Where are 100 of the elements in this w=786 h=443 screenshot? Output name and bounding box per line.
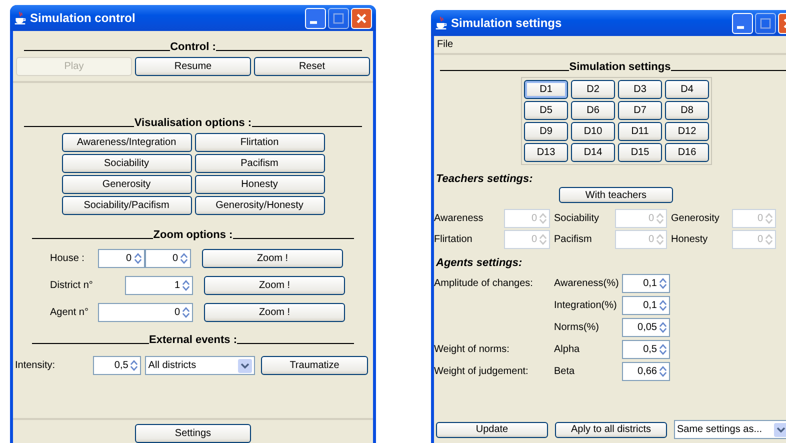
field-label: Weight of norms: xyxy=(434,344,510,355)
zoom-button[interactable]: Zoom ! xyxy=(204,303,345,322)
control-button[interactable]: Reset xyxy=(254,57,370,76)
spinner-arrows-icon xyxy=(134,252,142,265)
field-label: Integration(%) xyxy=(554,300,618,311)
spinner-arrows-icon xyxy=(130,359,138,372)
district-button[interactable]: D7 xyxy=(618,101,662,120)
field-label: Beta xyxy=(554,366,576,377)
with-teachers-button[interactable]: With teachers xyxy=(559,187,673,203)
visualisation-button[interactable]: Generosity/Honesty xyxy=(194,196,324,215)
spinner-field[interactable]: 0,05 xyxy=(622,318,670,337)
field-label: Alpha xyxy=(554,344,581,355)
control-button[interactable]: Resume xyxy=(135,57,251,76)
district-button[interactable]: D9 xyxy=(524,122,568,141)
field-label: Norms(%) xyxy=(554,322,600,333)
minimize-button[interactable] xyxy=(732,12,753,34)
menu-item[interactable]: File xyxy=(437,39,454,50)
spinner-field[interactable]: 0,5 xyxy=(622,340,670,359)
field-label: Intensity: xyxy=(15,360,56,371)
spinner-arrows-icon xyxy=(659,321,667,334)
district-button[interactable]: D1 xyxy=(524,80,568,99)
spinner-arrows-icon xyxy=(656,233,664,246)
district-button[interactable]: D5 xyxy=(524,101,568,120)
minimize-icon xyxy=(310,20,317,24)
field-label: Pacifism xyxy=(554,234,593,245)
spinner-field[interactable]: 0,1 xyxy=(622,296,670,315)
close-icon xyxy=(355,12,368,24)
settings-button[interactable]: Settings xyxy=(135,424,251,443)
visualisation-button[interactable]: Generosity xyxy=(62,175,192,194)
minimize-icon xyxy=(737,26,744,28)
action-button[interactable]: Update xyxy=(436,422,548,438)
section-heading: Control : xyxy=(170,41,216,53)
field-label: Agent n° xyxy=(50,307,90,318)
district-button[interactable]: D3 xyxy=(618,80,662,99)
district-button[interactable]: D6 xyxy=(571,101,615,120)
district-button[interactable]: D4 xyxy=(665,80,709,99)
district-button[interactable]: D16 xyxy=(665,143,709,162)
spinner-field[interactable]: 0 xyxy=(144,249,191,268)
district-button[interactable]: D14 xyxy=(571,143,615,162)
spinner-arrows-icon xyxy=(659,277,667,290)
section-heading: Teachers settings: xyxy=(436,173,534,185)
spinner-arrows-icon xyxy=(659,299,667,312)
field-label: Honesty xyxy=(671,234,709,245)
spinner-arrows-icon xyxy=(659,365,667,378)
district-dropdown[interactable]: All districts xyxy=(145,356,256,375)
spinner-arrows-icon xyxy=(182,306,190,319)
district-button[interactable]: D8 xyxy=(665,101,709,120)
action-button[interactable]: Aply to all districts xyxy=(555,422,667,438)
field-label: District n° xyxy=(50,280,94,291)
window-title: Simulation settings xyxy=(451,16,563,30)
district-button[interactable]: D15 xyxy=(618,143,662,162)
district-button[interactable]: D10 xyxy=(571,122,615,141)
field-label: Flirtation xyxy=(434,234,474,245)
intensity-spinner[interactable]: 0,5 xyxy=(92,356,142,375)
field-label: Awareness xyxy=(434,213,484,224)
spinner-arrows-icon xyxy=(180,252,188,265)
spinner-arrows-icon xyxy=(765,233,773,246)
window-title: Simulation control xyxy=(30,11,136,25)
maximize-button[interactable] xyxy=(755,12,776,34)
spinner-field[interactable]: 0 xyxy=(98,303,193,322)
spinner-field[interactable]: 0,1 xyxy=(622,274,670,293)
spinner-arrows-icon xyxy=(539,233,547,246)
section-heading: Visualisation options : xyxy=(134,117,252,129)
field-label: Sociability xyxy=(554,213,600,224)
maximize-button[interactable] xyxy=(328,8,349,28)
field-label: Weight of judgement: xyxy=(434,366,528,377)
section-heading: External events : xyxy=(148,334,238,346)
minimize-button[interactable] xyxy=(305,8,326,28)
section-heading: Agents settings: xyxy=(436,257,524,269)
spinner-field[interactable]: 0,66 xyxy=(622,362,670,381)
field-label: Amplitude of changes: xyxy=(434,278,533,289)
maximize-icon xyxy=(332,12,345,24)
close-button[interactable] xyxy=(351,8,372,28)
visualisation-button[interactable]: Sociability/Pacifism xyxy=(62,196,192,215)
zoom-button[interactable]: Zoom ! xyxy=(202,249,343,268)
district-button[interactable]: D2 xyxy=(571,80,615,99)
coffee-cup-icon xyxy=(435,16,447,30)
district-button[interactable]: D11 xyxy=(618,122,662,141)
traumatize-button[interactable]: Traumatize xyxy=(261,356,368,375)
spinner-arrows-icon xyxy=(659,343,667,356)
field-label: House : xyxy=(50,253,86,264)
visualisation-button[interactable]: Flirtation xyxy=(194,133,324,152)
spinner-arrows-icon xyxy=(182,279,190,292)
field-label: Awareness(%) xyxy=(554,278,620,289)
district-button[interactable]: D12 xyxy=(665,122,709,141)
maximize-icon xyxy=(759,16,772,30)
coffee-cup-icon xyxy=(14,11,26,25)
section-heading: Simulation settings xyxy=(569,61,671,73)
visualisation-button[interactable]: Honesty xyxy=(194,175,324,194)
spinner-field[interactable]: 0 xyxy=(98,249,144,268)
spinner-field[interactable]: 1 xyxy=(125,276,193,295)
visualisation-button[interactable]: Pacifism xyxy=(194,154,324,173)
settings-dropdown[interactable]: Same settings as... xyxy=(674,420,786,439)
visualisation-button[interactable]: Sociability xyxy=(62,154,192,173)
zoom-button[interactable]: Zoom ! xyxy=(204,276,345,295)
district-button[interactable]: D13 xyxy=(524,143,568,162)
spinner-arrows-icon xyxy=(656,212,664,225)
field-label: Generosity xyxy=(671,213,720,224)
visualisation-button[interactable]: Awareness/Integration xyxy=(62,133,192,152)
spinner-arrows-icon xyxy=(765,212,773,225)
